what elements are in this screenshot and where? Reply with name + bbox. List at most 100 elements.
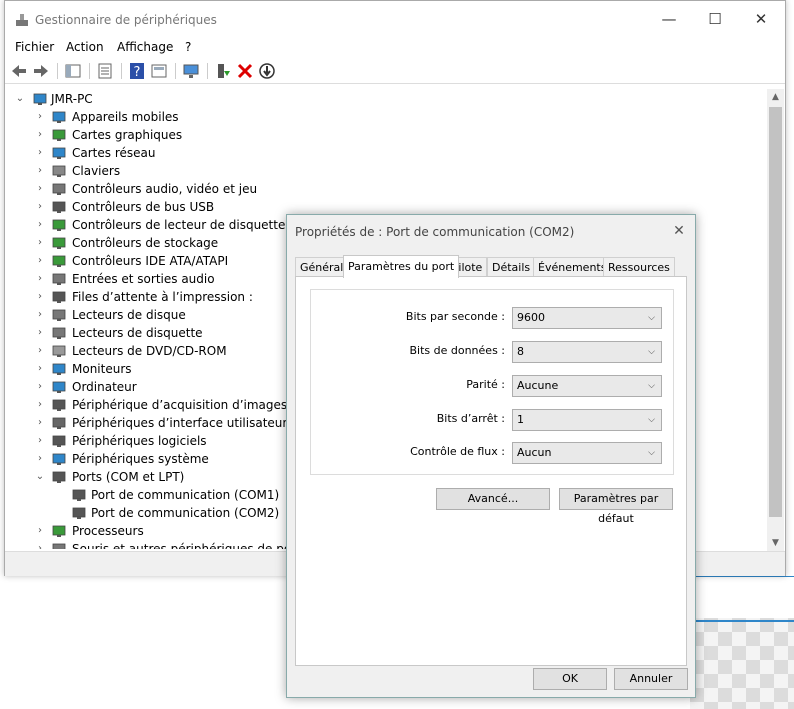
parity-label: Parité : (466, 378, 505, 391)
hid-icon (51, 416, 67, 430)
tab-port-settings[interactable]: Paramètres du port (343, 255, 460, 278)
usb-icon (51, 200, 67, 214)
chevron-right-icon[interactable]: › (35, 324, 45, 342)
chevron-right-icon[interactable]: › (35, 540, 45, 549)
menu-affichage[interactable]: Affichage (117, 40, 173, 54)
camera-icon (51, 398, 67, 412)
tree-item-label: Ports (COM et LPT) (72, 470, 185, 484)
chevron-right-icon[interactable]: › (35, 108, 45, 126)
chevron-right-icon[interactable]: › (35, 432, 45, 450)
chevron-right-icon[interactable]: › (35, 288, 45, 306)
toolbar-separator (89, 63, 90, 79)
chevron-down-icon: ⌵ (648, 347, 655, 357)
tab-strip: Général Paramètres du port Pilote Détail… (295, 255, 685, 278)
chevron-right-icon[interactable]: › (35, 198, 45, 216)
scroll-down-icon[interactable]: ▼ (767, 535, 784, 551)
chevron-right-icon[interactable]: › (35, 270, 45, 288)
toolbar-separator (121, 63, 122, 79)
desktop-edge-line (690, 620, 794, 622)
chevron-down-icon[interactable]: ⌄ (35, 468, 45, 486)
maximize-button[interactable]: ☐ (692, 5, 738, 33)
desktop-background (690, 618, 794, 709)
chevron-right-icon[interactable]: › (35, 396, 45, 414)
chevron-right-icon[interactable]: › (35, 162, 45, 180)
minimize-button[interactable]: — (646, 5, 692, 33)
chevron-right-icon[interactable]: › (35, 522, 45, 540)
chevron-right-icon[interactable]: › (35, 360, 45, 378)
tab-events[interactable]: Événements (533, 257, 612, 277)
advanced-button[interactable]: Avancé... (436, 488, 550, 510)
tab-general[interactable]: Général (295, 257, 349, 277)
scroll-up-icon[interactable]: ▲ (767, 89, 784, 105)
chevron-right-icon[interactable]: › (35, 234, 45, 252)
tree-item-label: Ordinateur (72, 380, 137, 394)
tree-item-label: Contrôleurs audio, vidéo et jeu (72, 182, 258, 196)
uninstall-icon[interactable] (235, 61, 255, 81)
chevron-right-icon[interactable]: › (35, 144, 45, 162)
stop-bits-select[interactable]: 1 ⌵ (512, 409, 662, 431)
chevron-right-icon[interactable]: › (35, 342, 45, 360)
tree-item-label: Lecteurs de disque (72, 308, 186, 322)
scroll-thumb[interactable] (769, 107, 782, 517)
view-icon[interactable] (149, 61, 169, 81)
chevron-right-icon[interactable]: › (35, 180, 45, 198)
port-settings-panel: Bits par seconde : 9600 ⌵ Bits de donnée… (295, 276, 687, 666)
dialog-title: Propriétés de : Port de communication (C… (295, 225, 575, 239)
chevron-right-icon[interactable]: › (35, 252, 45, 270)
window-title: Gestionnaire de périphériques (35, 13, 217, 27)
chevron-down-icon: ⌵ (648, 415, 655, 425)
software-device-icon (51, 434, 67, 448)
properties-icon[interactable] (95, 61, 115, 81)
scan-hardware-icon[interactable] (181, 61, 201, 81)
close-button[interactable]: ✕ (738, 5, 784, 33)
keyboard-icon (51, 164, 67, 178)
back-icon[interactable] (9, 61, 29, 81)
tree-item[interactable]: › Appareils mobiles (7, 108, 767, 126)
update-driver-icon[interactable] (213, 61, 233, 81)
parity-select[interactable]: Aucune ⌵ (512, 375, 662, 397)
help-icon[interactable]: ? (127, 61, 147, 81)
chevron-down-icon[interactable]: ⌄ (15, 90, 25, 108)
show-hide-tree-icon[interactable] (63, 61, 83, 81)
menu-help[interactable]: ? (185, 40, 191, 54)
properties-dialog: Propriétés de : Port de communication (C… (286, 214, 696, 698)
disable-device-icon[interactable] (257, 61, 277, 81)
dvd-icon (51, 344, 67, 358)
chevron-right-icon[interactable]: › (35, 306, 45, 324)
vertical-scrollbar[interactable]: ▲ ▼ (767, 89, 784, 551)
tree-item[interactable]: › Contrôleurs audio, vidéo et jeu (7, 180, 767, 198)
bits-per-second-select[interactable]: 9600 ⌵ (512, 307, 662, 329)
storage-icon (51, 236, 67, 250)
tree-item-label: Files d’attente à l’impression : (72, 290, 253, 304)
display-adapter-icon (51, 128, 67, 142)
ok-button[interactable]: OK (533, 668, 607, 690)
data-bits-select[interactable]: 8 ⌵ (512, 341, 662, 363)
menu-bar: Fichier Action Affichage ? (5, 37, 785, 57)
chevron-right-icon[interactable]: › (35, 216, 45, 234)
mouse-icon (51, 542, 67, 549)
flow-control-select[interactable]: Aucun ⌵ (512, 442, 662, 464)
tree-item[interactable]: › Cartes graphiques (7, 126, 767, 144)
chevron-right-icon[interactable]: › (35, 126, 45, 144)
chevron-right-icon[interactable]: › (35, 414, 45, 432)
menu-fichier[interactable]: Fichier (15, 40, 54, 54)
chevron-right-icon[interactable]: › (35, 450, 45, 468)
menu-action[interactable]: Action (66, 40, 104, 54)
tree-item[interactable]: › Cartes réseau (7, 144, 767, 162)
tree-item-label: Lecteurs de disquette (72, 326, 203, 340)
tab-details[interactable]: Détails (487, 257, 536, 277)
tree-root[interactable]: ⌄ JMR-PC (7, 90, 767, 108)
tree-item[interactable]: › Claviers (7, 162, 767, 180)
chevron-down-icon: ⌵ (648, 381, 655, 391)
cancel-button[interactable]: Annuler (614, 668, 688, 690)
tab-resources[interactable]: Ressources (603, 257, 675, 277)
device-manager-icon (16, 14, 28, 26)
tree-item-label: Contrôleurs de bus USB (72, 200, 215, 214)
chevron-right-icon[interactable]: › (35, 378, 45, 396)
dialog-close-button[interactable]: ✕ (669, 223, 689, 241)
system-icon (51, 452, 67, 466)
tree-item-label: Périphérique d’acquisition d’images (72, 398, 288, 412)
restore-defaults-button[interactable]: Paramètres par défaut (559, 488, 673, 525)
forward-icon[interactable] (31, 61, 51, 81)
port-icon (71, 488, 87, 502)
